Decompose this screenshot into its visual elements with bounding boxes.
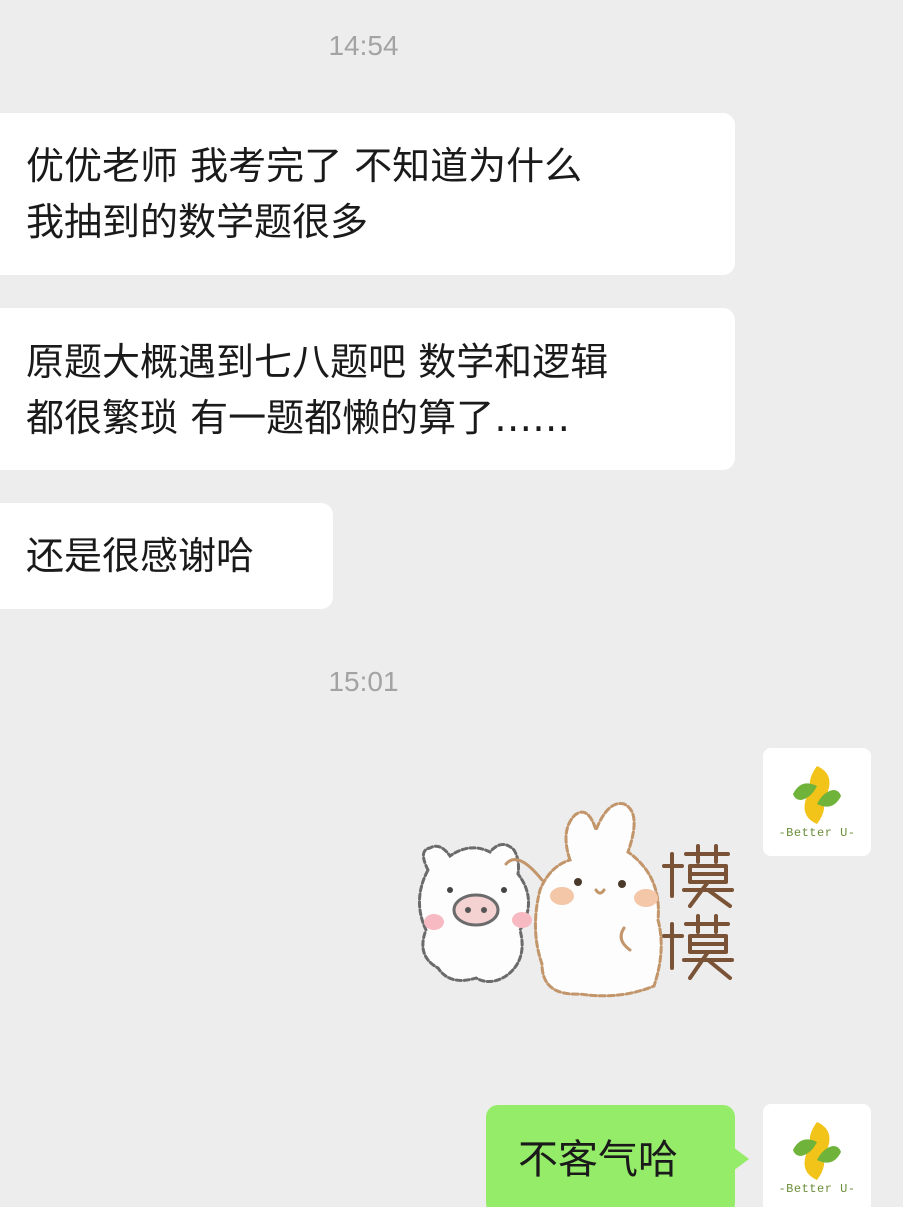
message-bubble-received[interactable]: 原题大概遇到七八题吧 数学和逻辑 都很繁琐 有一题都懒的算了…… <box>0 308 735 470</box>
message-line: 原题大概遇到七八题吧 数学和逻辑 <box>26 340 609 384</box>
avatar-caption: -Better U- <box>778 826 856 840</box>
bubble-tail <box>733 1147 749 1171</box>
pig-icon <box>417 843 532 983</box>
message-line: 还是很感谢哈 <box>26 534 255 578</box>
message-line: 我抽到的数学题很多 <box>26 200 369 244</box>
avatar-caption: -Better U- <box>778 1182 856 1196</box>
message-line: 优优老师 我考完了 不知道为什么 <box>26 144 583 188</box>
message-bubble-received[interactable]: 还是很感谢哈 <box>0 503 333 609</box>
avatar[interactable]: -Better U- <box>763 1104 871 1207</box>
message-bubble-received[interactable]: 优优老师 我考完了 不知道为什么 我抽到的数学题很多 <box>0 113 735 275</box>
timestamp: 14:54 <box>328 30 399 61</box>
sticker-text <box>662 844 734 980</box>
pig-and-bunny-sticker[interactable] <box>410 790 740 1000</box>
message-line: 都很繁琐 有一题都懒的算了…… <box>26 396 571 440</box>
chat-window: 14:54 优优老师 我考完了 不知道为什么 我抽到的数学题很多 原题大概遇到七… <box>0 0 903 1207</box>
avatar[interactable]: -Better U- <box>763 748 871 856</box>
message-bubble-sent[interactable]: 不客气哈 <box>486 1105 749 1207</box>
message-text: 不客气哈 <box>518 1137 678 1183</box>
timestamp: 15:01 <box>328 666 399 697</box>
